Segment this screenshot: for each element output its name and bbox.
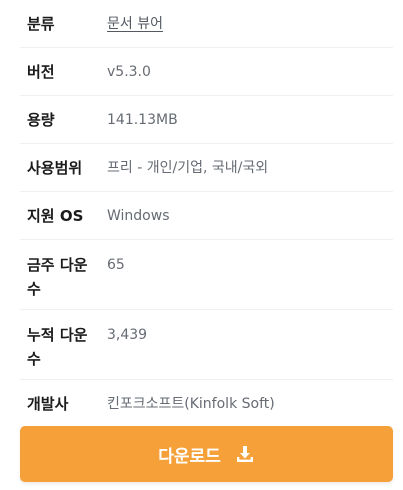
- info-label: 사용범위: [27, 158, 83, 177]
- info-row-os: 지원 OS Windows: [20, 192, 393, 240]
- info-label: 누적 다운 수: [27, 326, 88, 368]
- info-row-license: 사용범위 프리 - 개인/기업, 국내/국외: [20, 144, 393, 192]
- version-value: v5.3.0: [107, 63, 151, 80]
- info-row-developer: 개발사 킨포크소프트(Kinfolk Soft): [20, 380, 393, 428]
- info-row-weekly-downloads: 금주 다운 수 65: [20, 240, 393, 310]
- software-info-table: 분류 문서 뷰어 버전 v5.3.0 용량 141.13MB 사용범위 프리 -…: [20, 0, 393, 428]
- info-label: 분류: [27, 14, 55, 33]
- developer-value: 킨포크소프트(Kinfolk Soft): [107, 396, 275, 412]
- total-downloads-value: 3,439: [107, 327, 148, 343]
- info-label: 버전: [27, 62, 55, 81]
- info-label: 개발사: [27, 395, 69, 413]
- weekly-downloads-value: 65: [107, 257, 125, 273]
- download-button[interactable]: 다운로드: [20, 426, 393, 482]
- info-label: 금주 다운 수: [27, 256, 88, 298]
- license-value: 프리 - 개인/기업, 국내/국외: [107, 159, 269, 176]
- info-row-size: 용량 141.13MB: [20, 96, 393, 144]
- category-link[interactable]: 문서 뷰어: [107, 12, 163, 36]
- info-label: 용량: [27, 110, 55, 129]
- info-row-category: 분류 문서 뷰어: [20, 0, 393, 48]
- download-button-label: 다운로드: [158, 446, 221, 467]
- size-value: 141.13MB: [107, 111, 178, 128]
- download-icon: [235, 444, 255, 464]
- info-row-total-downloads: 누적 다운 수 3,439: [20, 310, 393, 380]
- os-value: Windows: [107, 207, 170, 224]
- info-row-version: 버전 v5.3.0: [20, 48, 393, 96]
- info-label: 지원 OS: [27, 206, 84, 225]
